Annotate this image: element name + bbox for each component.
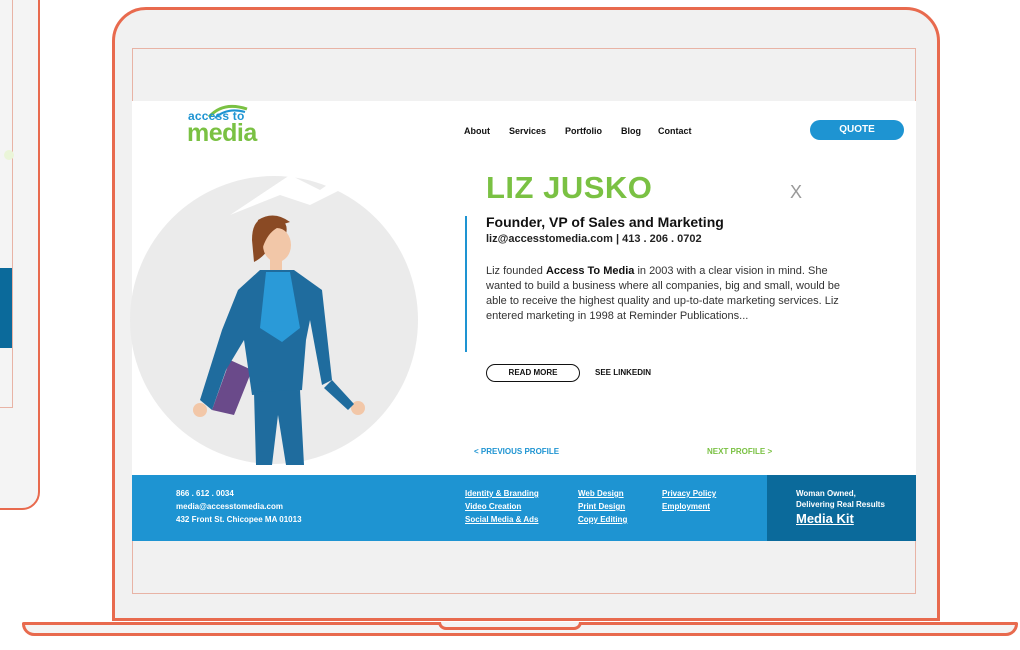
laptop-notch bbox=[438, 622, 582, 630]
profile-title: Founder, VP of Sales and Marketing bbox=[486, 214, 724, 230]
profile-illustration bbox=[193, 215, 365, 465]
bio-text-start: Liz founded bbox=[486, 265, 546, 277]
next-profile-link[interactable]: NEXT PROFILE > bbox=[707, 447, 772, 456]
close-button[interactable]: X bbox=[790, 182, 802, 203]
footer-link-identity-branding[interactable]: Identity & Branding bbox=[465, 488, 539, 499]
profile-contact: liz@accesstomedia.com | 413 . 206 . 0702 bbox=[486, 233, 702, 245]
nav-portfolio[interactable]: Portfolio bbox=[565, 126, 602, 140]
footer-address: 432 Front St. Chicopee MA 01013 bbox=[176, 515, 302, 524]
nav-blog[interactable]: Blog bbox=[621, 126, 641, 140]
nav-services[interactable]: Services bbox=[509, 126, 546, 140]
nav-about[interactable]: About bbox=[464, 126, 490, 140]
bio-company-name: Access To Media bbox=[545, 265, 635, 277]
logo-text-media[interactable]: media bbox=[187, 121, 257, 146]
footer-link-print-design[interactable]: Print Design bbox=[578, 501, 625, 512]
profile-bio: Liz founded Access To Media in 2003 with… bbox=[486, 264, 846, 324]
nav-contact[interactable]: Contact bbox=[658, 126, 692, 140]
read-more-button[interactable]: READ MORE bbox=[486, 364, 580, 382]
footer-tagline-woman-owned: Woman Owned, bbox=[796, 489, 856, 498]
footer-email[interactable]: media@accesstomedia.com bbox=[176, 501, 283, 512]
media-kit-link[interactable]: Media Kit bbox=[796, 511, 854, 526]
profile-name: LIZ JUSKO bbox=[486, 170, 653, 205]
footer-link-web-design[interactable]: Web Design bbox=[578, 488, 624, 499]
accent-divider bbox=[465, 216, 467, 352]
footer-link-copy-editing[interactable]: Copy Editing bbox=[578, 514, 627, 525]
footer-link-privacy-policy[interactable]: Privacy Policy bbox=[662, 488, 716, 499]
quote-button[interactable]: QUOTE bbox=[810, 120, 904, 140]
footer-tagline-results: Delivering Real Results bbox=[796, 500, 885, 509]
decorative-dot bbox=[4, 150, 14, 160]
footer-link-video-creation[interactable]: Video Creation bbox=[465, 501, 521, 512]
footer-phone[interactable]: 866 . 612 . 0034 bbox=[176, 488, 234, 499]
footer-link-social-media[interactable]: Social Media & Ads bbox=[465, 514, 539, 525]
footer-link-employment[interactable]: Employment bbox=[662, 501, 710, 512]
previous-profile-link[interactable]: < PREVIOUS PROFILE bbox=[474, 447, 559, 456]
see-linkedin-link[interactable]: SEE LINKEDIN bbox=[595, 368, 651, 377]
background-device-tab bbox=[0, 268, 12, 348]
